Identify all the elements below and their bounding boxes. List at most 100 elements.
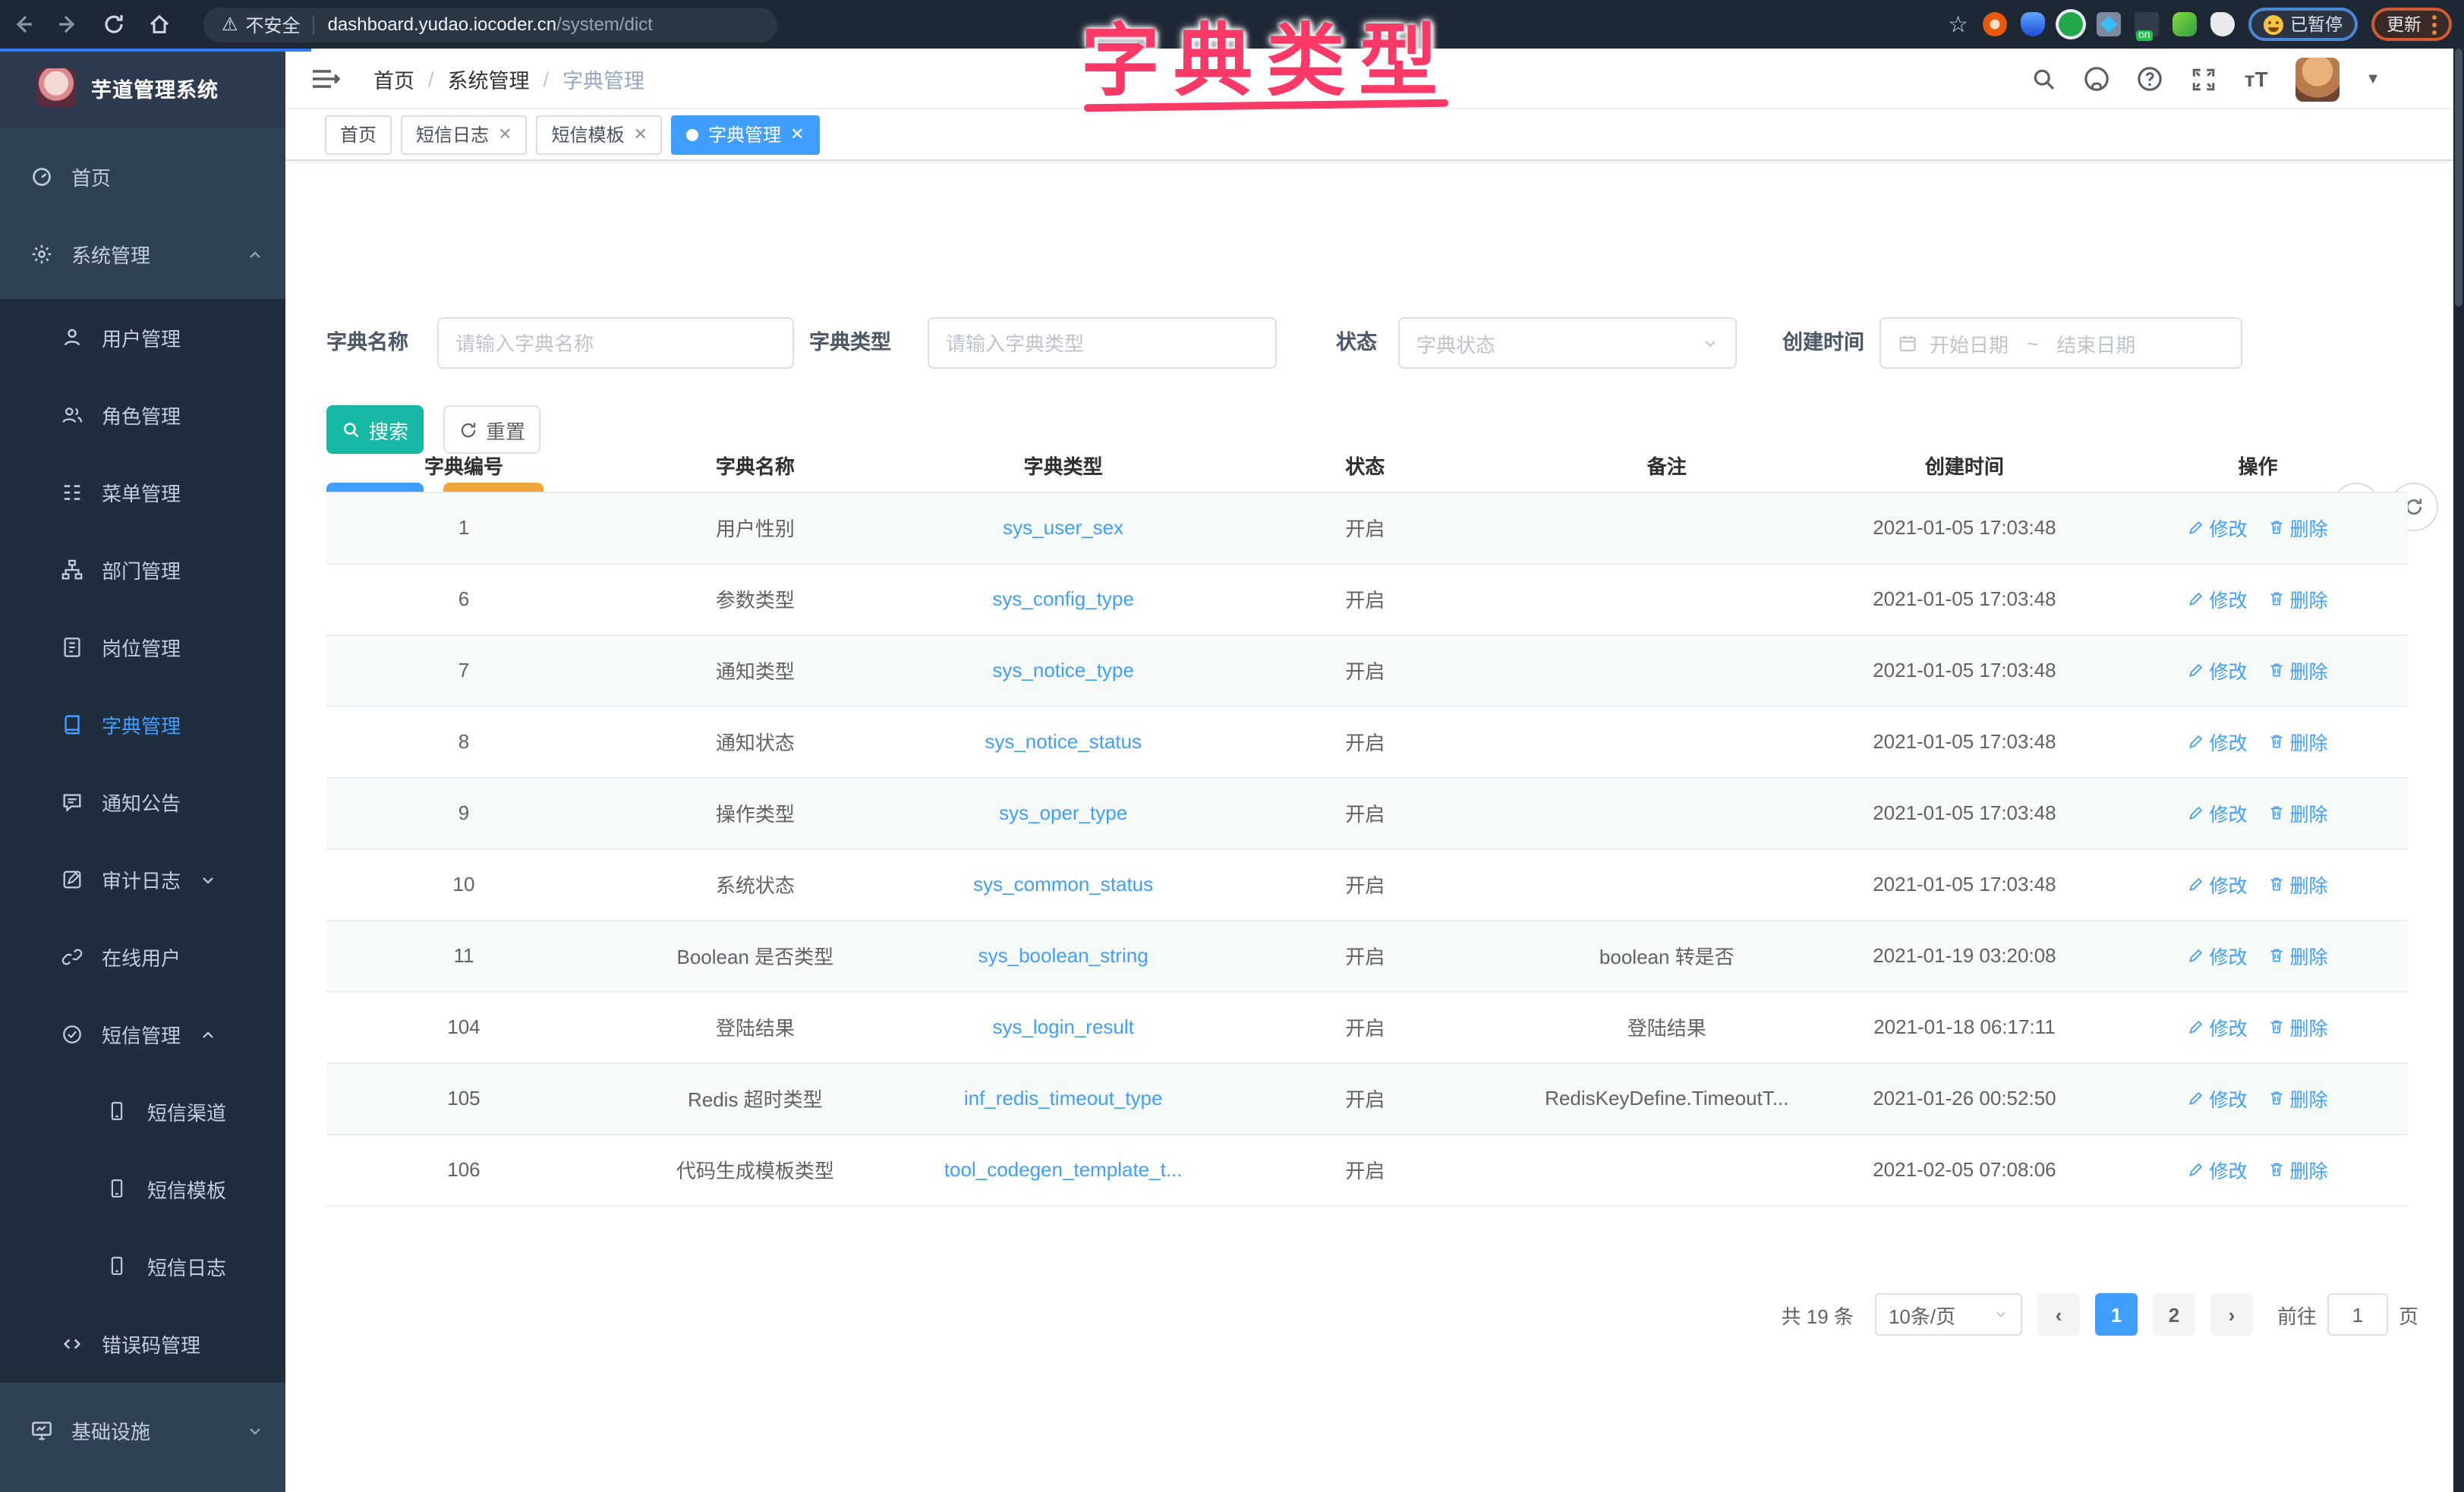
scrollbar-thumb[interactable]: [2455, 49, 2462, 307]
end-date-placeholder[interactable]: 结束日期: [2056, 329, 2135, 357]
cell-dict-type-link[interactable]: sys_notice_status: [909, 706, 1218, 777]
sidebar-item-sms-template[interactable]: 短信模板: [0, 1150, 285, 1228]
edit-link-label: 修改: [2210, 1012, 2248, 1041]
start-date-placeholder[interactable]: 开始日期: [1930, 329, 2009, 357]
edit-link[interactable]: 修改: [2188, 727, 2248, 756]
extension-icon-green-circle[interactable]: [2058, 12, 2082, 36]
tab-sms-log[interactable]: 短信日志✕: [401, 115, 527, 154]
dict-type-field[interactable]: [946, 332, 1259, 354]
extension-icon-on-badge[interactable]: on: [2134, 12, 2158, 36]
sidebar-item-notice[interactable]: 通知公告: [0, 763, 285, 841]
cell-dict-type-link[interactable]: sys_notice_type: [909, 634, 1218, 706]
extension-icon-leaf[interactable]: [2172, 12, 2196, 36]
delete-link[interactable]: 删除: [2269, 513, 2328, 542]
chrome-update-button[interactable]: 更新: [2371, 8, 2452, 41]
sidebar-item-dept-mgmt[interactable]: 部门管理: [0, 531, 285, 609]
profile-paused-badge[interactable]: 已暂停: [2248, 8, 2358, 41]
page-button-1[interactable]: 1: [2095, 1293, 2138, 1336]
dict-name-input[interactable]: [437, 317, 794, 369]
delete-link[interactable]: 删除: [2269, 1155, 2328, 1184]
sidebar-item-sms-log[interactable]: 短信日志: [0, 1228, 285, 1305]
breadcrumb-system[interactable]: 系统管理: [448, 64, 530, 94]
delete-link[interactable]: 删除: [2269, 941, 2328, 970]
edit-link[interactable]: 修改: [2188, 513, 2248, 542]
forward-icon[interactable]: [46, 6, 91, 42]
cell-dict-type-link[interactable]: sys_boolean_string: [909, 920, 1218, 991]
delete-link[interactable]: 删除: [2269, 656, 2328, 685]
tab-sms-template[interactable]: 短信模板✕: [537, 115, 663, 154]
security-label[interactable]: 不安全: [246, 11, 301, 37]
edit-link[interactable]: 修改: [2188, 1084, 2248, 1113]
help-icon[interactable]: [2136, 65, 2163, 93]
close-icon[interactable]: ✕: [498, 124, 512, 144]
cell-dict-type-link[interactable]: sys_login_result: [909, 991, 1218, 1062]
bookmark-star-icon[interactable]: ☆: [1948, 11, 1968, 38]
reload-icon[interactable]: [91, 6, 137, 42]
hamburger-icon[interactable]: [310, 64, 340, 94]
github-icon[interactable]: [2083, 65, 2110, 93]
back-icon[interactable]: [0, 6, 46, 42]
fullscreen-icon[interactable]: [2189, 65, 2217, 93]
sidebar-item-user-mgmt[interactable]: 用户管理: [0, 299, 285, 376]
sidebar-item-error-code[interactable]: 错误码管理: [0, 1305, 285, 1383]
cell-dict-type-link[interactable]: inf_redis_timeout_type: [909, 1062, 1218, 1134]
page-size-select[interactable]: 10条/页: [1875, 1293, 2022, 1336]
date-range-picker[interactable]: 开始日期 ~ 结束日期: [1880, 317, 2242, 369]
cell-dict-type-link[interactable]: tool_codegen_template_t...: [909, 1134, 1218, 1205]
dict-name-field[interactable]: [455, 332, 776, 354]
avatar[interactable]: [2295, 57, 2340, 101]
close-icon[interactable]: ✕: [634, 124, 648, 144]
sidebar-group-audit-log[interactable]: 审计日志: [0, 841, 285, 918]
cell-dict-type-link[interactable]: sys_oper_type: [909, 777, 1218, 848]
sidebar-item-menu-mgmt[interactable]: 菜单管理: [0, 454, 285, 531]
dict-type-input[interactable]: [928, 317, 1277, 369]
prev-page-button[interactable]: ‹: [2037, 1293, 2080, 1336]
edit-link[interactable]: 修改: [2188, 584, 2248, 613]
app-logo[interactable]: 芋道管理系统: [0, 49, 285, 127]
search-icon[interactable]: [2030, 65, 2057, 93]
delete-link[interactable]: 删除: [2269, 798, 2328, 827]
sidebar-item-dict-mgmt[interactable]: 字典管理: [0, 686, 285, 763]
extension-icon-orange[interactable]: [1982, 12, 2006, 36]
status-select[interactable]: 字典状态: [1398, 317, 1737, 369]
edit-link[interactable]: 修改: [2188, 1155, 2248, 1184]
cell-dict-type-link[interactable]: sys_user_sex: [909, 492, 1218, 563]
goto-page-input[interactable]: [2327, 1293, 2388, 1336]
sidebar-item-home[interactable]: 首页: [0, 138, 285, 216]
extension-icon-blue-drop[interactable]: [2020, 12, 2044, 36]
delete-link[interactable]: 删除: [2269, 1084, 2328, 1113]
avatar-caret-icon[interactable]: ▼: [2365, 71, 2381, 87]
extensions-puzzle-icon[interactable]: [2210, 12, 2234, 36]
font-size-icon[interactable]: тT: [2242, 65, 2270, 93]
sidebar-group-infra[interactable]: 基础设施: [0, 1392, 285, 1469]
breadcrumb-home[interactable]: 首页: [373, 64, 414, 94]
sidebar-item-online-users[interactable]: 在线用户: [0, 918, 285, 996]
close-icon[interactable]: ✕: [790, 124, 804, 144]
edit-link[interactable]: 修改: [2188, 656, 2248, 685]
address-bar[interactable]: ⚠ 不安全 dashboard.yudao.iocoder.cn/system/…: [203, 7, 777, 42]
home-icon[interactable]: [137, 6, 182, 42]
browser-menu-icon[interactable]: [2432, 14, 2437, 34]
tab-home[interactable]: 首页: [325, 115, 392, 154]
tab-dict-mgmt[interactable]: 字典管理✕: [672, 115, 819, 154]
page-scrollbar[interactable]: [2453, 49, 2464, 1492]
url-host[interactable]: dashboard.yudao.iocoder.cn: [328, 14, 557, 35]
cell-dict-type-link[interactable]: sys_config_type: [909, 563, 1218, 634]
delete-link[interactable]: 删除: [2269, 727, 2328, 756]
cell-dict-type-link[interactable]: sys_common_status: [909, 848, 1218, 920]
edit-link[interactable]: 修改: [2188, 798, 2248, 827]
extension-icon-gem[interactable]: [2096, 12, 2120, 36]
edit-link[interactable]: 修改: [2188, 941, 2248, 970]
sidebar-item-sms-channel[interactable]: 短信渠道: [0, 1073, 285, 1150]
sidebar-item-post-mgmt[interactable]: 岗位管理: [0, 609, 285, 686]
edit-link[interactable]: 修改: [2188, 1012, 2248, 1041]
sidebar-group-sms[interactable]: 短信管理: [0, 996, 285, 1073]
delete-link[interactable]: 删除: [2269, 1012, 2328, 1041]
sidebar-group-system[interactable]: 系统管理: [0, 216, 285, 293]
page-button-2[interactable]: 2: [2153, 1293, 2195, 1336]
sidebar-item-role-mgmt[interactable]: 角色管理: [0, 376, 285, 454]
delete-link[interactable]: 删除: [2269, 584, 2328, 613]
delete-link[interactable]: 删除: [2269, 870, 2328, 899]
edit-link[interactable]: 修改: [2188, 870, 2248, 899]
next-page-button[interactable]: ›: [2210, 1293, 2253, 1336]
